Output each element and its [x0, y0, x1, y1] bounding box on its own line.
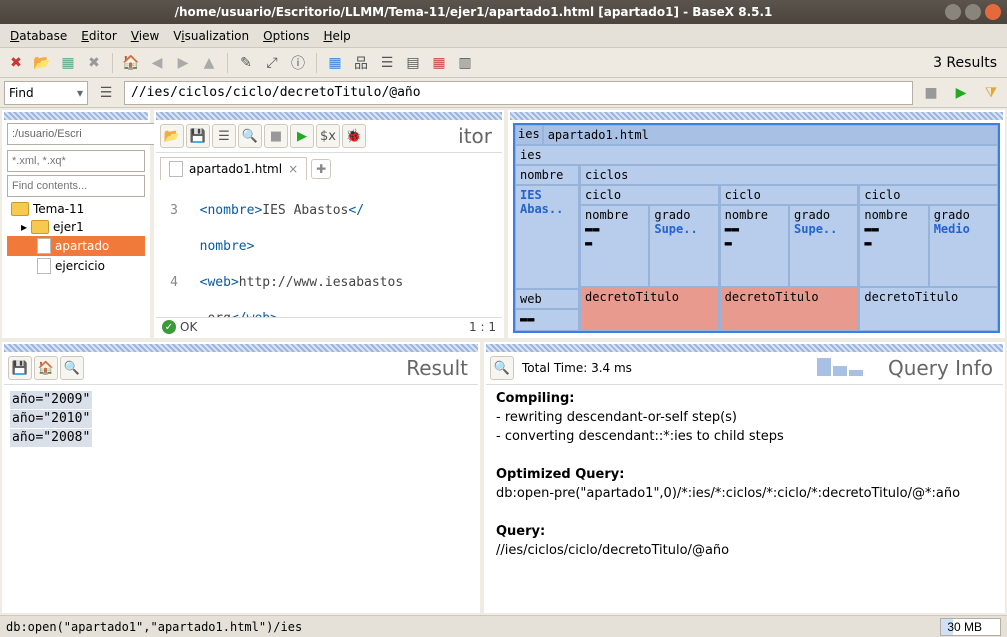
editor-tab[interactable]: apartado1.html ×: [160, 157, 307, 180]
close-tab-icon[interactable]: ×: [288, 162, 298, 176]
file-filter-input[interactable]: [7, 150, 145, 172]
folder-view-button[interactable]: ☰: [375, 51, 399, 75]
folder-icon: [11, 202, 29, 216]
result-count: 3 Results: [933, 55, 1003, 71]
close-db-button[interactable]: ✖: [82, 51, 106, 75]
open-button[interactable]: 📂: [30, 51, 54, 75]
result-panel: 💾 🏠 🔍 Result año="2009" año="2010" año="…: [2, 342, 480, 613]
queryinfo-panel: 🔍 Total Time: 3.4 ms Query Info Compilin…: [484, 342, 1005, 613]
map-view[interactable]: iesapartado1.html ies nombre IES Abas.. …: [513, 123, 1000, 333]
queryinfo-find-button[interactable]: 🔍: [490, 356, 514, 380]
filter-button[interactable]: ⧩: [979, 81, 1003, 105]
editor-status: OK: [180, 320, 197, 334]
map-panel: iesapartado1.html ies nombre IES Abas.. …: [508, 110, 1005, 338]
file-icon: [37, 238, 51, 254]
window-title: /home/usuario/Escritorio/LLMM/Tema-11/ej…: [6, 5, 941, 19]
menu-view[interactable]: View: [125, 27, 165, 45]
editor-open-button[interactable]: 📂: [160, 124, 184, 148]
result-output[interactable]: año="2009" año="2010" año="2008": [4, 385, 478, 454]
project-panel: … Tema-11 ▸ ejer1 apartado ejercicio: [2, 110, 150, 338]
cursor-pos: 1 : 1: [469, 320, 496, 334]
editor-stop-button[interactable]: ■: [264, 124, 288, 148]
stop-button[interactable]: ■: [919, 81, 943, 105]
info-button[interactable]: ⓘ: [286, 51, 310, 75]
result-title: Result: [406, 356, 474, 380]
editor-vars-button[interactable]: $x: [316, 124, 340, 148]
editor-find-button[interactable]: 🔍: [238, 124, 262, 148]
result-find-button[interactable]: 🔍: [60, 356, 84, 380]
back-button[interactable]: ◀: [145, 51, 169, 75]
statusbar: db:open("apartado1","apartado1.html")/ie…: [0, 615, 1007, 637]
project-tree[interactable]: Tema-11 ▸ ejer1 apartado ejercicio: [7, 200, 145, 276]
up-button[interactable]: ▲: [197, 51, 221, 75]
timing-chart-icon: [817, 358, 863, 376]
new-db-button[interactable]: ✖: [4, 51, 28, 75]
result-home-button[interactable]: 🏠: [34, 356, 58, 380]
result-save-button[interactable]: 💾: [8, 356, 32, 380]
memory-indicator[interactable]: 30 MB: [940, 618, 1001, 636]
file-icon: [37, 258, 51, 274]
editor-title: itor: [458, 124, 498, 148]
home-button[interactable]: 🏠: [119, 51, 143, 75]
forward-button[interactable]: ▶: [171, 51, 195, 75]
explorer-view-button[interactable]: ▥: [453, 51, 477, 75]
add-tab-button[interactable]: ✚: [311, 159, 331, 179]
project-path-input[interactable]: [7, 123, 159, 145]
search-mode-combo[interactable]: Find: [4, 81, 88, 105]
plot-view-button[interactable]: ▤: [401, 51, 425, 75]
folder-icon: [31, 220, 49, 234]
tree-view-button[interactable]: 品: [349, 51, 373, 75]
menu-options[interactable]: Options: [257, 27, 315, 45]
minimize-icon[interactable]: [945, 4, 961, 20]
editor-save-button[interactable]: 💾: [186, 124, 210, 148]
query-bar: Find ☰ ■ ▶ ⧩: [0, 78, 1007, 108]
content-find-input[interactable]: [7, 175, 145, 197]
map-view-button[interactable]: ▦: [323, 51, 347, 75]
code-editor[interactable]: 3 <nombre>IES Abastos</ nombre> 4 <web>h…: [156, 180, 502, 317]
close-icon[interactable]: [985, 4, 1001, 20]
rt-filter-button[interactable]: ⤢: [260, 51, 284, 75]
editor-view-button[interactable]: ✎: [234, 51, 258, 75]
properties-button[interactable]: ▦: [56, 51, 80, 75]
editor-panel: 📂 💾 ☰ 🔍 ■ ▶ $x 🐞 itor apartado1.html × ✚…: [154, 110, 504, 338]
queryinfo-output[interactable]: Compiling: - rewriting descendant-or-sel…: [486, 385, 1003, 564]
editor-run-button[interactable]: ▶: [290, 124, 314, 148]
ok-icon: ✓: [162, 320, 176, 334]
xpath-input[interactable]: [124, 81, 913, 105]
window-titlebar: /home/usuario/Escritorio/LLMM/Tema-11/ej…: [0, 0, 1007, 24]
menu-editor[interactable]: Editor: [75, 27, 123, 45]
table-view-button[interactable]: ▦: [427, 51, 451, 75]
menu-visualization[interactable]: Visualization: [167, 27, 255, 45]
maximize-icon[interactable]: [965, 4, 981, 20]
menu-help[interactable]: Help: [317, 27, 356, 45]
history-button[interactable]: ☰: [94, 81, 118, 105]
queryinfo-time: Total Time: 3.4 ms: [522, 361, 632, 375]
menu-database[interactable]: Database: [4, 27, 73, 45]
run-button[interactable]: ▶: [949, 81, 973, 105]
queryinfo-title: Query Info: [888, 356, 999, 380]
main-toolbar: ✖ 📂 ▦ ✖ 🏠 ◀ ▶ ▲ ✎ ⤢ ⓘ ▦ 品 ☰ ▤ ▦ ▥ 3 Resu…: [0, 48, 1007, 78]
statusbar-path: db:open("apartado1","apartado1.html")/ie…: [6, 620, 302, 634]
menubar: Database Editor View Visualization Optio…: [0, 24, 1007, 48]
editor-history-button[interactable]: ☰: [212, 124, 236, 148]
file-icon: [169, 161, 183, 177]
editor-debug-button[interactable]: 🐞: [342, 124, 366, 148]
